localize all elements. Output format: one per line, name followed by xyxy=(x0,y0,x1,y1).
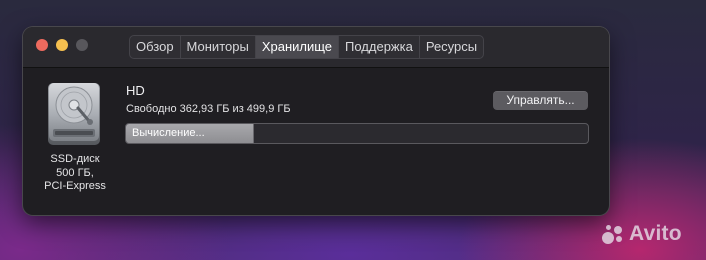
tab-service[interactable]: Ресурсы xyxy=(418,36,483,58)
close-button[interactable] xyxy=(36,39,48,51)
about-this-mac-window: Обзор Мониторы Хранилище Поддержка Ресур… xyxy=(23,27,609,215)
disk-type-label: SSD-диск xyxy=(50,153,100,165)
avito-watermark: Avito xyxy=(600,222,682,246)
disk-size-label: 500 ГБ, xyxy=(56,166,94,179)
free-space-text: Свободно 362,93 ГБ из 499,9 ГБ xyxy=(126,103,291,115)
hard-drive-icon xyxy=(48,83,100,145)
tab-overview[interactable]: Обзор xyxy=(130,36,180,58)
volume-name: HD xyxy=(126,83,145,98)
tab-bar: Обзор Мониторы Хранилище Поддержка Ресур… xyxy=(129,35,485,59)
avito-logo-icon xyxy=(600,222,626,246)
zoom-button[interactable] xyxy=(76,39,88,51)
tab-storage[interactable]: Хранилище xyxy=(254,36,339,58)
storage-usage-bar: Вычисление... xyxy=(125,123,589,144)
avito-logo-text: Avito xyxy=(629,222,682,245)
tab-support[interactable]: Поддержка xyxy=(338,36,419,58)
disk-caption: SSD-диск 500 ГБ, PCI-Express xyxy=(35,153,115,194)
manage-button[interactable]: Управлять... xyxy=(493,91,588,110)
minimize-button[interactable] xyxy=(56,39,68,51)
calculating-label: Вычисление... xyxy=(132,127,205,139)
disk-interface-label: PCI-Express xyxy=(44,180,106,192)
title-bar: Обзор Мониторы Хранилище Поддержка Ресур… xyxy=(23,27,609,68)
tab-displays[interactable]: Мониторы xyxy=(179,36,255,58)
